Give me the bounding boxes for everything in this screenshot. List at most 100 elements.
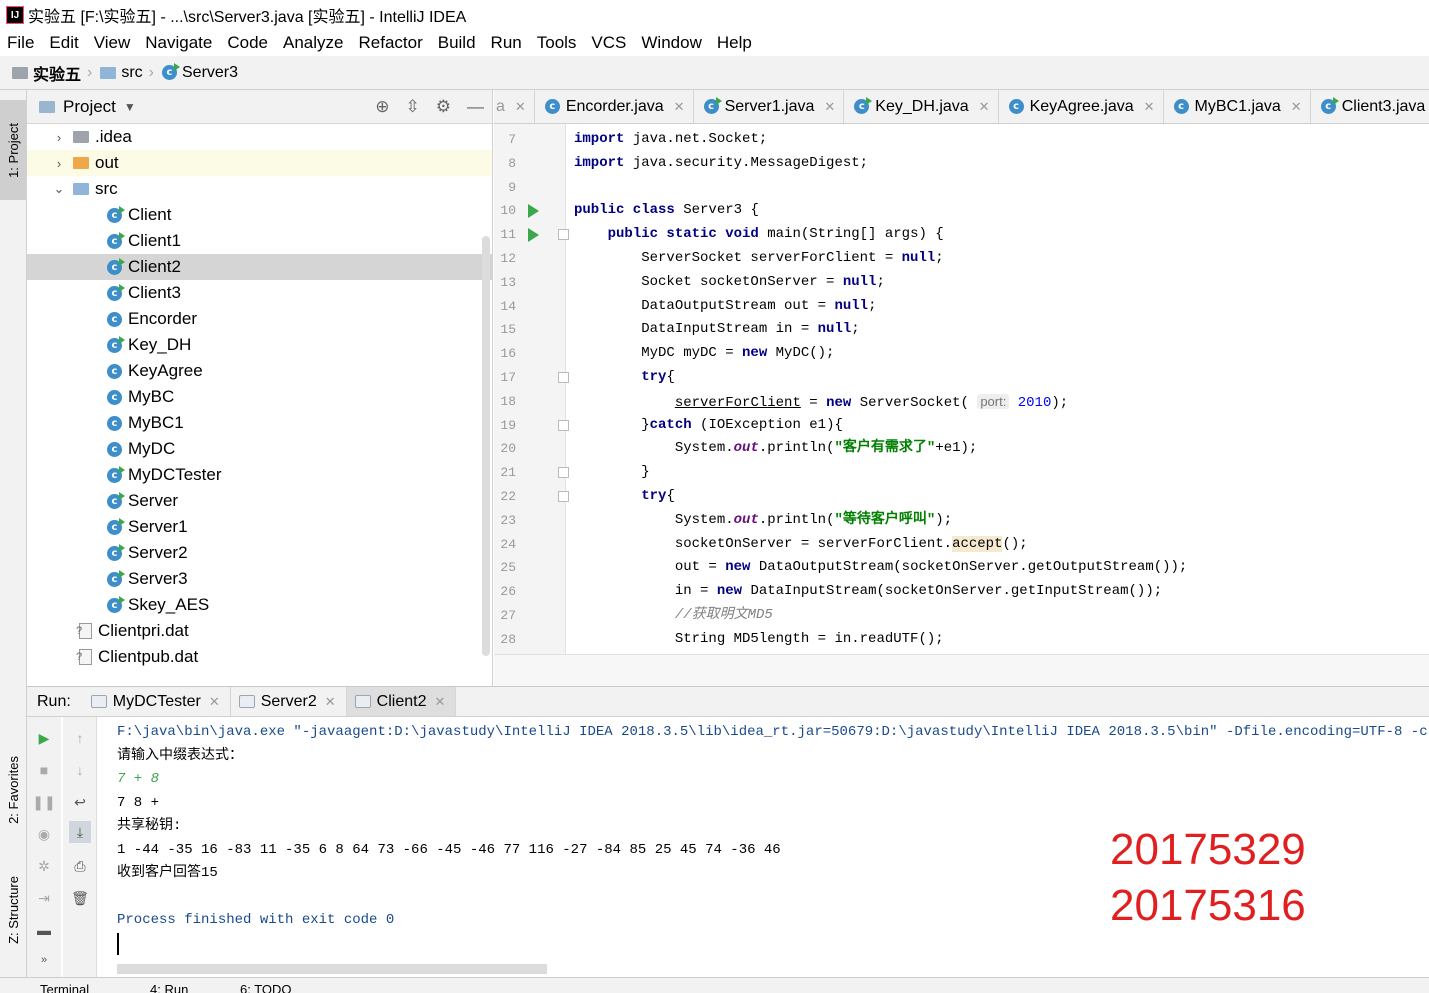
menu-window[interactable]: Window (634, 33, 709, 53)
close-icon[interactable]: ✕ (434, 694, 445, 710)
menu-tools[interactable]: Tools (530, 33, 585, 53)
tree-item[interactable]: c Client3 (27, 280, 492, 306)
expand-arrow-icon[interactable]: › (51, 130, 67, 145)
fold-marker-icon[interactable] (558, 229, 569, 241)
run-config-tab[interactable]: MyDCTester ✕ (83, 687, 231, 716)
rerun-icon[interactable]: ▶ (33, 727, 55, 749)
fold-marker-icon[interactable] (558, 372, 569, 383)
menu-help[interactable]: Help (710, 33, 760, 53)
close-icon[interactable]: ✕ (979, 99, 990, 115)
code-area[interactable]: 7 import java.net.Socket; 8 import java.sec… (494, 124, 1429, 654)
close-icon[interactable]: ✕ (824, 99, 835, 115)
console-horizontal-scrollbar[interactable] (117, 964, 547, 974)
settings-icon[interactable]: ✲ (33, 855, 55, 877)
tree-item[interactable]: c Client1 (27, 228, 492, 254)
print-icon[interactable]: ⎙ (69, 855, 91, 877)
tree-item[interactable]: c MyDCTester (27, 462, 492, 488)
menu-analyze[interactable]: Analyze (276, 33, 351, 53)
editor-tab[interactable]: c Server1.java ✕ (694, 90, 845, 123)
tree-item[interactable]: c Server (27, 488, 492, 514)
soft-wrap-icon[interactable]: ↩ (69, 791, 91, 813)
tree-item[interactable]: c MyBC (27, 384, 492, 410)
trash-icon[interactable]: 🗑 (69, 887, 91, 909)
fold-marker-icon[interactable] (558, 467, 569, 479)
close-icon[interactable]: ✕ (325, 694, 336, 710)
expand-arrow-icon[interactable]: ⌄ (51, 181, 67, 197)
structure-tool-tab[interactable]: Z: Structure (0, 860, 27, 960)
locate-icon[interactable]: ⊕ (375, 97, 389, 117)
gear-icon[interactable]: ⚙ (436, 97, 451, 117)
tree-item[interactable]: c Key_DH (27, 332, 492, 358)
tree-item[interactable]: c Encorder (27, 306, 492, 332)
tree-item[interactable]: c Server2 (27, 540, 492, 566)
close-icon[interactable]: ✕ (515, 99, 526, 115)
scroll-to-end-icon[interactable]: ⤓ (69, 821, 91, 843)
editor-tab[interactable]: a ✕ (494, 90, 535, 123)
tree-item[interactable]: › .idea (27, 124, 492, 150)
breadcrumb-class[interactable]: c Server3 (162, 63, 238, 82)
collapse-all-icon[interactable]: ⇳ (406, 97, 420, 117)
run-gutter-icon[interactable] (528, 204, 539, 219)
menu-refactor[interactable]: Refactor (351, 33, 430, 53)
close-icon[interactable]: ✕ (1291, 99, 1302, 115)
editor-tab[interactable]: c Encorder.java ✕ (535, 90, 694, 123)
exit-icon[interactable]: ⇥ (33, 887, 55, 909)
editor-tab[interactable]: c MyBC1.java ✕ (1164, 90, 1311, 123)
run-tab[interactable]: 4: Run (150, 982, 188, 993)
tree-item[interactable]: Clientpri.dat (27, 618, 492, 644)
console-input-line[interactable] (117, 932, 1429, 957)
menu-vcs[interactable]: VCS (584, 33, 634, 53)
editor-horizontal-scrollbar[interactable] (494, 654, 1429, 686)
chevron-down-icon[interactable]: ▼ (124, 100, 136, 114)
minimize-icon[interactable]: — (467, 97, 484, 117)
tree-item[interactable]: c Server3 (27, 566, 492, 592)
tree-item[interactable]: c Server1 (27, 514, 492, 540)
expand-arrow-icon[interactable]: › (51, 156, 67, 171)
terminal-tab[interactable]: Terminal (40, 982, 89, 993)
project-panel-title[interactable]: Project (63, 97, 116, 117)
run-config-tab[interactable]: Server2 ✕ (231, 687, 347, 716)
menu-build[interactable]: Build (431, 33, 484, 53)
line-number: 18 (500, 393, 516, 409)
fold-marker-icon[interactable] (558, 491, 569, 502)
tree-item[interactable]: ⌄ src (27, 176, 492, 202)
more-icon[interactable]: » (33, 949, 55, 971)
breadcrumb-src[interactable]: src (100, 64, 143, 82)
project-tool-tab[interactable]: 1: Project (0, 100, 27, 200)
breadcrumb-project[interactable]: 实验五 (12, 61, 81, 85)
layout-icon[interactable]: ▬ (33, 919, 55, 941)
fold-marker-icon[interactable] (558, 419, 569, 431)
run-gutter-icon[interactable] (528, 228, 539, 243)
close-icon[interactable]: ✕ (1144, 99, 1155, 115)
menu-navigate[interactable]: Navigate (138, 33, 220, 53)
tree-item[interactable]: c MyBC1 (27, 410, 492, 436)
menu-view[interactable]: View (87, 33, 139, 53)
close-icon[interactable]: ✕ (674, 99, 685, 115)
menu-run[interactable]: Run (484, 33, 530, 53)
todo-tab[interactable]: 6: TODO (240, 982, 292, 993)
menu-edit[interactable]: Edit (42, 33, 86, 53)
tree-item[interactable]: c KeyAgree (27, 358, 492, 384)
folder-icon (100, 66, 117, 79)
favorites-tool-tab[interactable]: 2: Favorites (0, 740, 27, 840)
editor-tab[interactable]: c Key_DH.java ✕ (844, 90, 999, 123)
tree-item[interactable]: Clientpub.dat (27, 644, 492, 670)
up-arrow-icon[interactable]: ↑ (69, 727, 91, 749)
tree-item[interactable]: c MyDC (27, 436, 492, 462)
project-scrollbar[interactable] (482, 236, 490, 656)
menu-file[interactable]: File (0, 33, 42, 53)
run-config-tab-label: Server2 (260, 692, 317, 710)
menu-code[interactable]: Code (220, 33, 276, 53)
camera-icon[interactable]: ◉ (33, 823, 55, 845)
stop-icon[interactable]: ■ (33, 759, 55, 781)
tree-item[interactable]: c Skey_AES (27, 592, 492, 618)
pause-icon[interactable]: ❚❚ (32, 791, 55, 813)
editor-tab[interactable]: cClient3.java✕ (1311, 90, 1429, 123)
editor-tab[interactable]: c KeyAgree.java ✕ (999, 90, 1164, 123)
tree-item[interactable]: c Client (27, 202, 492, 228)
tree-item[interactable]: › out (27, 150, 492, 176)
close-icon[interactable]: ✕ (209, 694, 220, 710)
run-config-tab[interactable]: Client2 ✕ (346, 687, 457, 716)
tree-item[interactable]: c Client2 (27, 254, 492, 280)
down-arrow-icon[interactable]: ↓ (69, 759, 91, 781)
